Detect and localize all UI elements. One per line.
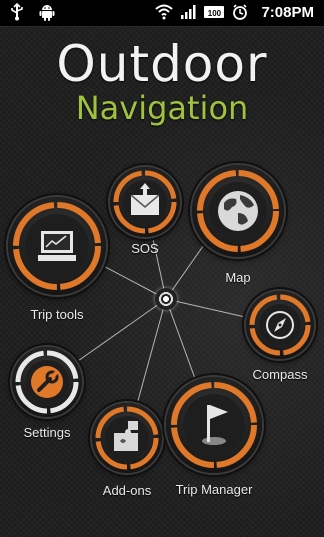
status-bar: 100 7:08PM <box>0 0 324 27</box>
trip-tools-button[interactable] <box>8 197 106 295</box>
map-button[interactable] <box>192 165 284 257</box>
globe-icon <box>218 191 258 231</box>
status-time: 7:08PM <box>261 3 314 21</box>
menu-item-sos[interactable]: SOS <box>110 167 182 257</box>
wrench-icon <box>31 366 63 398</box>
menu-item-trip-manager[interactable]: Trip Manager <box>166 377 266 507</box>
home-screen: Outdoor Navigation SOS Map Trip tools Co… <box>0 27 324 537</box>
settings-button[interactable] <box>12 347 82 417</box>
android-icon <box>38 3 56 21</box>
alarm-icon <box>231 3 249 21</box>
computer-icon <box>38 231 76 261</box>
trip-tools-label: Trip tools <box>30 307 84 322</box>
menu-item-map[interactable]: Map <box>192 165 292 290</box>
add-ons-button[interactable] <box>92 403 162 473</box>
menu-item-settings[interactable]: Settings <box>12 347 92 447</box>
map-label: Map <box>225 270 251 285</box>
sos-label: SOS <box>131 241 159 256</box>
compass-icon <box>266 311 294 339</box>
signal-icon <box>179 3 197 21</box>
battery-icon: 100 <box>203 3 225 21</box>
envelope-icon <box>130 183 160 215</box>
puzzle-icon <box>114 421 138 451</box>
add-ons-label: Add-ons <box>102 483 152 498</box>
flag-icon <box>202 405 228 445</box>
sos-button[interactable] <box>110 167 180 237</box>
menu-item-trip-tools[interactable]: Trip tools <box>8 197 108 327</box>
compass-button[interactable] <box>246 291 314 359</box>
battery-level: 100 <box>207 9 222 18</box>
trip-manager-label: Trip Manager <box>175 482 253 497</box>
usb-icon <box>8 3 26 21</box>
settings-label: Settings <box>23 425 71 440</box>
menu-item-compass[interactable]: Compass <box>246 291 320 386</box>
hub-node <box>155 288 177 310</box>
wifi-icon <box>155 3 174 21</box>
trip-manager-button[interactable] <box>166 377 262 473</box>
